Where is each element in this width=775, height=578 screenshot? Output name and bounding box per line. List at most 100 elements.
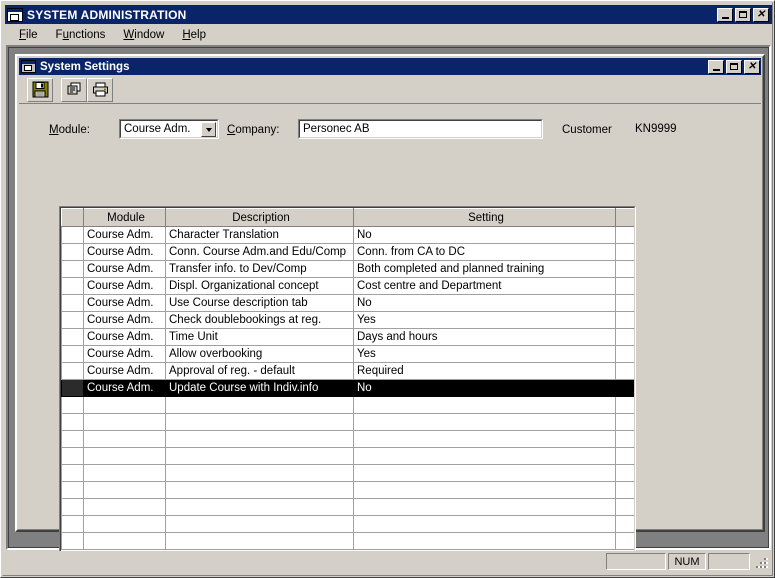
cell-setting[interactable]: No bbox=[353, 226, 616, 244]
column-header-select[interactable] bbox=[61, 208, 84, 227]
cell-module[interactable]: Course Adm. bbox=[83, 294, 166, 312]
cell-description[interactable] bbox=[165, 515, 354, 533]
table-row[interactable] bbox=[61, 430, 634, 448]
menu-item-help[interactable]: Help bbox=[173, 27, 215, 43]
menu-item-functions[interactable]: Functions bbox=[47, 27, 115, 43]
table-row[interactable] bbox=[61, 464, 634, 482]
cell-extra[interactable] bbox=[615, 379, 634, 397]
cell-setting[interactable] bbox=[353, 396, 616, 414]
row-selector-cell[interactable] bbox=[61, 328, 84, 346]
cell-extra[interactable] bbox=[615, 328, 634, 346]
copy-button[interactable] bbox=[61, 77, 87, 102]
cell-module[interactable] bbox=[83, 532, 166, 550]
module-combo[interactable]: Course Adm. bbox=[119, 119, 219, 139]
table-row[interactable]: Course Adm. Character Translation No bbox=[61, 226, 634, 244]
table-row[interactable]: Course Adm. Update Course with Indiv.info… bbox=[61, 379, 634, 397]
column-header-extra[interactable] bbox=[615, 208, 634, 227]
cell-setting[interactable]: No bbox=[353, 294, 616, 312]
row-selector-cell[interactable] bbox=[61, 481, 84, 499]
table-row[interactable] bbox=[61, 447, 634, 465]
cell-setting[interactable]: Cost centre and Department bbox=[353, 277, 616, 295]
cell-setting[interactable]: Both completed and planned training bbox=[353, 260, 616, 278]
child-titlebar[interactable]: System Settings ✕ bbox=[19, 58, 761, 75]
row-selector-cell[interactable] bbox=[61, 413, 84, 431]
cell-extra[interactable] bbox=[615, 260, 634, 278]
cell-extra[interactable] bbox=[615, 430, 634, 448]
cell-description[interactable]: Time Unit bbox=[165, 328, 354, 346]
table-row[interactable]: Course Adm. Use Course description tab No bbox=[61, 294, 634, 312]
cell-extra[interactable] bbox=[615, 294, 634, 312]
cell-setting[interactable]: No bbox=[353, 379, 616, 397]
child-maximize-button[interactable] bbox=[726, 59, 742, 74]
cell-extra[interactable] bbox=[615, 532, 634, 550]
cell-description[interactable] bbox=[165, 413, 354, 431]
cell-extra[interactable] bbox=[615, 447, 634, 465]
cell-description[interactable] bbox=[165, 481, 354, 499]
cell-setting[interactable]: Yes bbox=[353, 345, 616, 363]
row-selector-cell[interactable] bbox=[61, 311, 84, 329]
table-row[interactable]: Course Adm. Allow overbooking Yes bbox=[61, 345, 634, 363]
cell-setting[interactable] bbox=[353, 413, 616, 431]
table-row[interactable] bbox=[61, 396, 634, 414]
cell-setting[interactable] bbox=[353, 481, 616, 499]
cell-description[interactable]: Character Translation bbox=[165, 226, 354, 244]
cell-setting[interactable] bbox=[353, 532, 616, 550]
table-row[interactable]: Course Adm. Conn. Course Adm.and Edu/Comp… bbox=[61, 243, 634, 261]
cell-extra[interactable] bbox=[615, 413, 634, 431]
row-selector-cell[interactable] bbox=[61, 379, 84, 397]
menu-item-window[interactable]: Window bbox=[114, 27, 173, 43]
cell-description[interactable]: Check doublebookings at reg. bbox=[165, 311, 354, 329]
cell-extra[interactable] bbox=[615, 464, 634, 482]
cell-extra[interactable] bbox=[615, 311, 634, 329]
cell-module[interactable] bbox=[83, 447, 166, 465]
column-header-module[interactable]: Module bbox=[83, 208, 166, 227]
cell-description[interactable] bbox=[165, 464, 354, 482]
cell-description[interactable] bbox=[165, 532, 354, 550]
settings-grid[interactable]: Module Description Setting Course Adm. Ch… bbox=[59, 206, 636, 556]
row-selector-cell[interactable] bbox=[61, 260, 84, 278]
row-selector-cell[interactable] bbox=[61, 430, 84, 448]
cell-extra[interactable] bbox=[615, 243, 634, 261]
row-selector-cell[interactable] bbox=[61, 447, 84, 465]
cell-description[interactable]: Allow overbooking bbox=[165, 345, 354, 363]
cell-extra[interactable] bbox=[615, 277, 634, 295]
row-selector-cell[interactable] bbox=[61, 294, 84, 312]
cell-module[interactable] bbox=[83, 464, 166, 482]
table-row[interactable] bbox=[61, 413, 634, 431]
cell-module[interactable] bbox=[83, 498, 166, 516]
cell-description[interactable]: Use Course description tab bbox=[165, 294, 354, 312]
cell-module[interactable]: Course Adm. bbox=[83, 362, 166, 380]
cell-module[interactable]: Course Adm. bbox=[83, 345, 166, 363]
cell-module[interactable] bbox=[83, 515, 166, 533]
cell-setting[interactable] bbox=[353, 464, 616, 482]
chevron-down-icon[interactable] bbox=[201, 122, 216, 137]
cell-extra[interactable] bbox=[615, 396, 634, 414]
table-row[interactable]: Course Adm. Transfer info. to Dev/Comp Bot… bbox=[61, 260, 634, 278]
cell-description[interactable]: Approval of reg. - default bbox=[165, 362, 354, 380]
cell-module[interactable]: Course Adm. bbox=[83, 226, 166, 244]
cell-module[interactable]: Course Adm. bbox=[83, 379, 166, 397]
cell-description[interactable]: Displ. Organizational concept bbox=[165, 277, 354, 295]
child-close-button[interactable]: ✕ bbox=[744, 59, 760, 74]
maximize-button[interactable] bbox=[735, 7, 751, 22]
cell-module[interactable]: Course Adm. bbox=[83, 260, 166, 278]
cell-module[interactable]: Course Adm. bbox=[83, 277, 166, 295]
cell-module[interactable]: Course Adm. bbox=[83, 328, 166, 346]
cell-setting[interactable] bbox=[353, 447, 616, 465]
save-button[interactable] bbox=[27, 77, 53, 102]
table-row[interactable]: Course Adm. Approval of reg. - default Req… bbox=[61, 362, 634, 380]
cell-description[interactable] bbox=[165, 430, 354, 448]
menu-item-file[interactable]: File bbox=[10, 27, 47, 43]
row-selector-cell[interactable] bbox=[61, 243, 84, 261]
table-row[interactable] bbox=[61, 515, 634, 533]
company-input[interactable]: Personec AB bbox=[298, 119, 543, 139]
row-selector-cell[interactable] bbox=[61, 226, 84, 244]
cell-setting[interactable] bbox=[353, 430, 616, 448]
cell-setting[interactable] bbox=[353, 498, 616, 516]
table-row[interactable]: Course Adm. Check doublebookings at reg. Y… bbox=[61, 311, 634, 329]
child-minimize-button[interactable] bbox=[708, 59, 724, 74]
cell-description[interactable]: Update Course with Indiv.info bbox=[165, 379, 354, 397]
row-selector-cell[interactable] bbox=[61, 362, 84, 380]
main-titlebar[interactable]: SYSTEM ADMINISTRATION ✕ bbox=[5, 5, 772, 24]
cell-setting[interactable]: Conn. from CA to DC bbox=[353, 243, 616, 261]
